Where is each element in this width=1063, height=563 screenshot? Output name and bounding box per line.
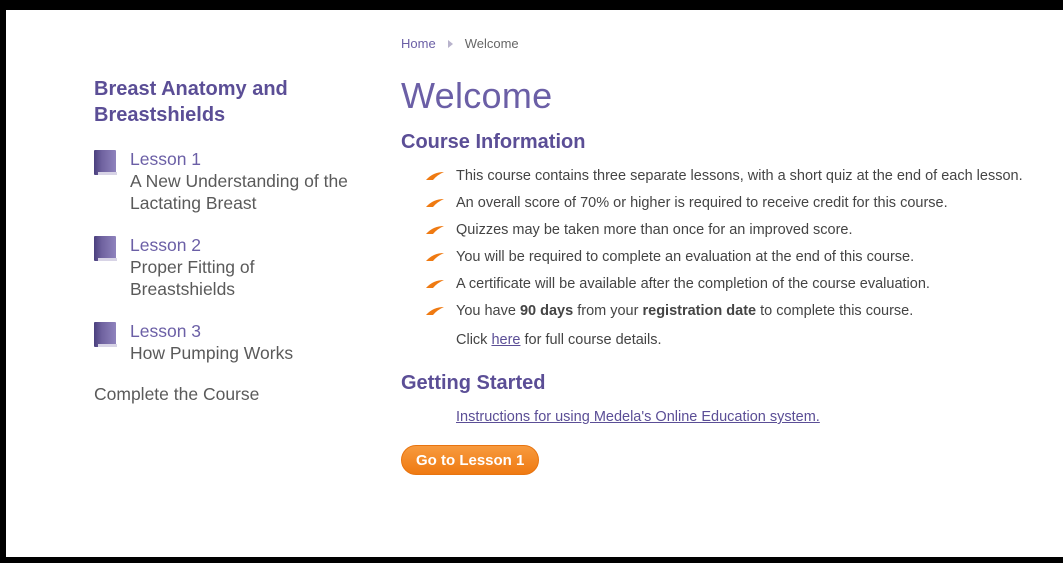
book-icon — [94, 150, 118, 176]
go-to-lesson-1-button[interactable]: Go to Lesson 1 — [401, 445, 540, 475]
instructions-link[interactable]: Instructions for using Medela's Online E… — [456, 409, 1041, 425]
orange-bullet-icon — [425, 306, 445, 316]
list-item: An overall score of 70% or higher is req… — [425, 193, 1041, 214]
breadcrumb-arrow-icon — [447, 39, 453, 48]
lesson-1-desc: A New Understanding of the — [130, 171, 348, 191]
sidebar-item-lesson-2[interactable]: Lesson 2 Proper Fitting of Breastshields — [94, 234, 384, 300]
full-details-text: Click here for full course details. — [456, 332, 662, 348]
orange-bullet-icon — [425, 225, 445, 235]
lesson-2-desc-2: Breastshields — [130, 279, 236, 299]
breadcrumb-home-link[interactable]: Home — [401, 36, 436, 51]
main-content: Home Welcome Welcome Course Information … — [401, 36, 1041, 475]
orange-bullet-icon — [425, 198, 445, 208]
orange-bullet-icon — [425, 171, 445, 181]
lesson-3-desc: How Pumping Works — [130, 343, 294, 363]
list-item: This course contains three separate less… — [425, 166, 1041, 187]
book-icon — [94, 236, 118, 262]
course-info-list: This course contains three separate less… — [425, 166, 1041, 322]
sidebar-course-title: Breast Anatomy and Breastshields — [94, 78, 288, 126]
lesson-3-link[interactable]: Lesson 3 — [130, 320, 293, 342]
course-info-heading: Course Information — [401, 131, 586, 153]
getting-started-heading: Getting Started — [401, 372, 546, 394]
complete-course-link[interactable]: Complete the Course — [94, 384, 384, 405]
lesson-1-desc-2: Lactating Breast — [130, 193, 257, 213]
lesson-2-desc: Proper Fitting of — [130, 257, 255, 277]
breadcrumb: Home Welcome — [401, 36, 1041, 51]
page-frame: Breast Anatomy and Breastshields Lesson … — [6, 10, 1063, 557]
sidebar: Breast Anatomy and Breastshields Lesson … — [94, 76, 384, 405]
breadcrumb-current: Welcome — [464, 36, 519, 51]
orange-bullet-icon — [425, 252, 445, 262]
sidebar-item-lesson-3[interactable]: Lesson 3 How Pumping Works — [94, 320, 384, 364]
list-item: You will be required to complete an eval… — [425, 247, 1041, 268]
book-icon — [94, 322, 118, 348]
full-details-link[interactable]: here — [491, 332, 520, 348]
lesson-1-link[interactable]: Lesson 1 — [130, 148, 348, 170]
list-item: You have 90 days from your registration … — [425, 301, 1041, 322]
lesson-2-link[interactable]: Lesson 2 — [130, 234, 255, 256]
sidebar-item-lesson-1[interactable]: Lesson 1 A New Understanding of the Lact… — [94, 148, 384, 214]
list-item: Quizzes may be taken more than once for … — [425, 220, 1041, 241]
orange-bullet-icon — [425, 279, 445, 289]
list-item: A certificate will be available after th… — [425, 274, 1041, 295]
page-title: Welcome — [401, 75, 553, 116]
